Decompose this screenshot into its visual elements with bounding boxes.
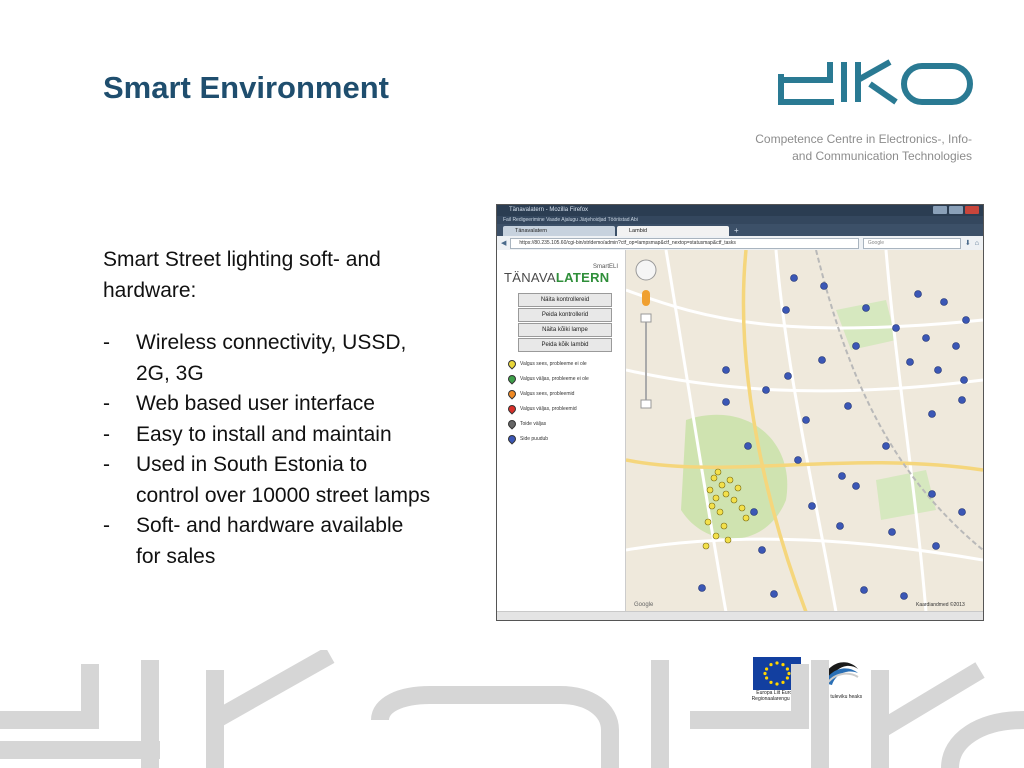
app-sidebar: SmartELI TÄNAVALATERN Näita kontrollerei… [497,250,626,612]
hide-controllers-button[interactable]: Peida kontrollerid [518,308,612,322]
window-titlebar: Tänavalatern - Mozilla Firefox [497,205,983,216]
bullet-item: - Soft- and hardware available for sales [103,514,404,568]
close-button[interactable] [965,206,979,214]
pin-red-icon [506,403,518,415]
map-scale-text: Kaardiandmed ©2013 [916,601,965,608]
pin-green-icon [506,373,518,385]
map-copyright: Google [634,602,654,608]
legend-item: Valgus sees, probleemid [506,388,574,400]
tab-lambid[interactable]: Lambid [617,226,729,236]
logo-subtitle: Competence Centre in Electronics-, Info-… [755,132,972,163]
pin-blue-icon [506,433,518,445]
legend-item: Side puudub [506,433,548,445]
tab-strip: Tänavalatern Lambid + [497,224,983,236]
show-lamps-button[interactable]: Näita kõiki lampe [518,323,612,337]
pin-orange-icon [506,388,518,400]
eliko-watermark [0,650,1024,768]
bullet-item: - Used in South Estonia to control over 1… [103,453,431,507]
tab-tanavalatern[interactable]: Tänavalatern [503,226,615,236]
pin-yellow-icon [506,358,518,370]
download-icon[interactable]: ⬇ [965,239,971,247]
back-arrow-icon[interactable]: ◀ [501,239,506,247]
brand-logo: TÄNAVALATERN [504,270,610,285]
slide-content: Smart Street lighting soft- and hardware… [103,245,433,572]
slide-title: Smart Environment [103,70,389,105]
url-field[interactable]: https://80.235.105.60/cgi-bin/strldemo/a… [510,237,859,249]
legend-item: Valgus väljas, probleeme ei ole [506,373,589,385]
legend-item: Toide väljas [506,418,546,430]
bullet-item: - Web based user interface [103,392,375,415]
intro-text: Smart Street lighting soft- and hardware… [103,248,381,302]
street-view-pegman-icon [642,290,650,306]
show-controllers-button[interactable]: Näita kontrollereid [518,293,612,307]
bullet-list: - Wireless connectivity, USSD, 2G, 3G - We… [103,328,433,572]
menu-bar[interactable]: Fail Redigeerimine Vaade Ajalugu Järjeho… [497,216,983,224]
map-canvas[interactable]: Google Kaardiandmed ©2013 [626,250,983,612]
web-page: SmartELI TÄNAVALATERN Näita kontrollerei… [497,250,983,620]
bullet-item: - Wireless connectivity, USSD, 2G, 3G [103,331,407,385]
minimize-button[interactable] [933,206,947,214]
nav-bar: ◀ https://80.235.105.60/cgi-bin/strldemo… [497,236,983,250]
bullet-item: - Easy to install and maintain [103,422,392,446]
browser-screenshot: Tänavalatern - Mozilla Firefox Fail Redi… [496,204,984,621]
pin-gray-icon [506,418,518,430]
hide-lamps-button[interactable]: Peida kõik lambid [518,338,612,352]
legend-item: Valgus sees, probleeme ei ole [506,358,587,370]
maximize-button[interactable] [949,206,963,214]
search-input[interactable]: Google [862,237,961,249]
new-tab-icon[interactable]: + [731,226,742,236]
horizontal-scrollbar[interactable] [497,611,983,620]
eliko-logo [778,59,973,105]
street-map[interactable]: Google Kaardiandmed ©2013 [626,250,983,612]
home-icon[interactable]: ⌂ [975,240,979,247]
legend-item: Valgus väljas, probleemid [506,403,577,415]
